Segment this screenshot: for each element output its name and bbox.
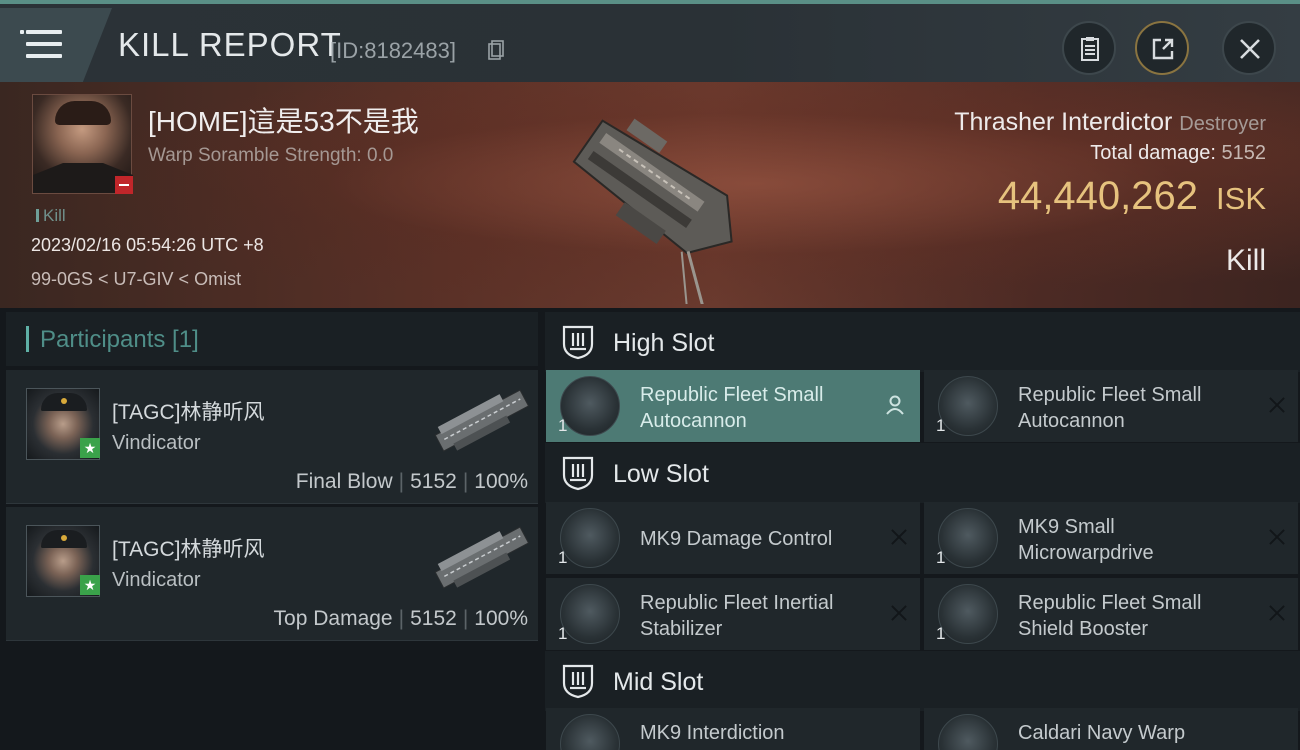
module-item[interactable]: 1 Republic Fleet Inertial Stabilizer — [546, 578, 920, 650]
low-slot-icon — [562, 456, 594, 491]
slot-label: Low Slot — [613, 460, 709, 488]
participant-row[interactable]: ★ [TAGC]林静听风 Vindicator Final Blow | 5152 |… — [6, 370, 538, 504]
victim-banner: [HOME]這是53不是我 Warp Soramble Strength: 0.… — [0, 82, 1300, 308]
microwarpdrive-icon — [938, 508, 998, 568]
module-name: MK9 Small Microwarpdrive — [1018, 516, 1154, 564]
module-quantity: 1 — [558, 624, 568, 643]
participant-stats: Top Damage | 5152 | 100% — [273, 607, 528, 630]
participant-row[interactable]: ★ [TAGC]林静听风 Vindicator Top Damage | 5152 |… — [6, 507, 538, 641]
high-slot-icon — [562, 325, 594, 360]
total-damage: Total damage: 5152 — [1090, 142, 1266, 164]
kill-datetime: 2023/02/16 05:54:26 UTC +8 — [31, 235, 264, 255]
module-name: MK9 Damage Control — [640, 528, 833, 550]
menu-button[interactable] — [0, 8, 112, 82]
module-item[interactable]: 1 MK9 Small Microwarpdrive — [924, 502, 1298, 574]
mid-slot-icon — [562, 664, 594, 699]
close-button[interactable] — [1222, 21, 1276, 75]
high-slot-header: High Slot — [545, 312, 1300, 372]
autocannon-icon — [938, 376, 998, 436]
isk-value: 44,440,262 ISK — [997, 174, 1266, 218]
destroyed-x-icon — [1268, 396, 1286, 414]
victim-ship-image[interactable] — [540, 94, 770, 304]
module-name: Republic Fleet Small Shield Booster — [1018, 592, 1202, 640]
slot-label: Mid Slot — [613, 668, 704, 696]
participant-ship: Vindicator — [112, 569, 201, 591]
mid-slot-header: Mid Slot — [545, 651, 1300, 711]
title-bar: KILL REPORT [ID:8182483] — [0, 0, 1300, 82]
kill-tag: Kill — [36, 206, 66, 226]
loss-badge-icon — [115, 176, 133, 194]
report-id: [ID:8182483] — [330, 38, 456, 63]
module-name: Caldari Navy Warp — [1018, 722, 1186, 744]
kill-location[interactable]: 99-0GS < U7-GIV < Omist — [31, 269, 241, 290]
module-item[interactable]: 1 MK9 Damage Control — [546, 502, 920, 574]
module-name: Republic Fleet Small Autocannon — [640, 384, 824, 432]
low-slot-header: Low Slot — [545, 443, 1300, 503]
close-icon — [1240, 39, 1260, 59]
page-title: KILL REPORT — [118, 26, 342, 63]
module-item[interactable]: 1 Republic Fleet Small Autocannon — [546, 370, 920, 442]
module-item[interactable]: MK9 Interdiction — [546, 708, 920, 750]
participant-stats: Final Blow | 5152 | 100% — [295, 470, 528, 493]
module-name: MK9 Interdiction — [640, 722, 785, 744]
damage-control-icon — [560, 508, 620, 568]
inertial-stabilizer-icon — [560, 584, 620, 644]
participant-name[interactable]: [TAGC]林静听风 — [112, 396, 264, 426]
share-icon — [1152, 38, 1174, 60]
participants-header[interactable]: Participants [1] — [6, 312, 538, 366]
clipboard-button[interactable] — [1062, 21, 1116, 75]
module-item[interactable]: Caldari Navy Warp — [924, 708, 1298, 750]
shield-booster-icon — [938, 584, 998, 644]
participant-name[interactable]: [TAGC]林静听风 — [112, 533, 264, 563]
module-quantity: 1 — [558, 416, 568, 435]
slot-label: High Slot — [613, 329, 715, 357]
module-name: Republic Fleet Small Autocannon — [1018, 384, 1202, 432]
destroyed-x-icon — [890, 604, 908, 622]
participant-ship-image[interactable] — [426, 515, 536, 601]
victim-ship-name[interactable]: Thrasher Interdictor Destroyer — [954, 108, 1266, 137]
module-quantity: 1 — [936, 548, 946, 567]
destroyed-x-icon — [1268, 604, 1286, 622]
warp-disruptor-icon — [938, 714, 998, 750]
copy-icon[interactable] — [488, 40, 504, 60]
person-icon — [886, 395, 904, 415]
interdiction-icon — [560, 714, 620, 750]
module-quantity: 1 — [936, 416, 946, 435]
module-quantity: 1 — [558, 548, 568, 567]
module-item[interactable]: 1 Republic Fleet Small Autocannon — [924, 370, 1298, 442]
module-quantity: 1 — [936, 624, 946, 643]
module-item[interactable]: 1 Republic Fleet Small Shield Booster — [924, 578, 1298, 650]
participants-label: Participants [1] — [40, 326, 199, 353]
autocannon-icon — [560, 376, 620, 436]
destroyed-x-icon — [1268, 528, 1286, 546]
participant-ship: Vindicator — [112, 432, 201, 454]
star-icon: ★ — [80, 575, 100, 595]
warp-scramble-strength: Warp Soramble Strength: 0.0 — [148, 145, 394, 166]
clipboard-icon — [1081, 37, 1099, 61]
share-button[interactable] — [1135, 21, 1189, 75]
participant-ship-image[interactable] — [426, 378, 536, 464]
kill-result: Kill — [1225, 244, 1266, 277]
menu-icon — [20, 30, 62, 58]
destroyed-x-icon — [890, 528, 908, 546]
star-icon: ★ — [80, 438, 100, 458]
module-name: Republic Fleet Inertial Stabilizer — [640, 592, 834, 640]
victim-name[interactable]: [HOME]這是53不是我 — [148, 100, 419, 140]
